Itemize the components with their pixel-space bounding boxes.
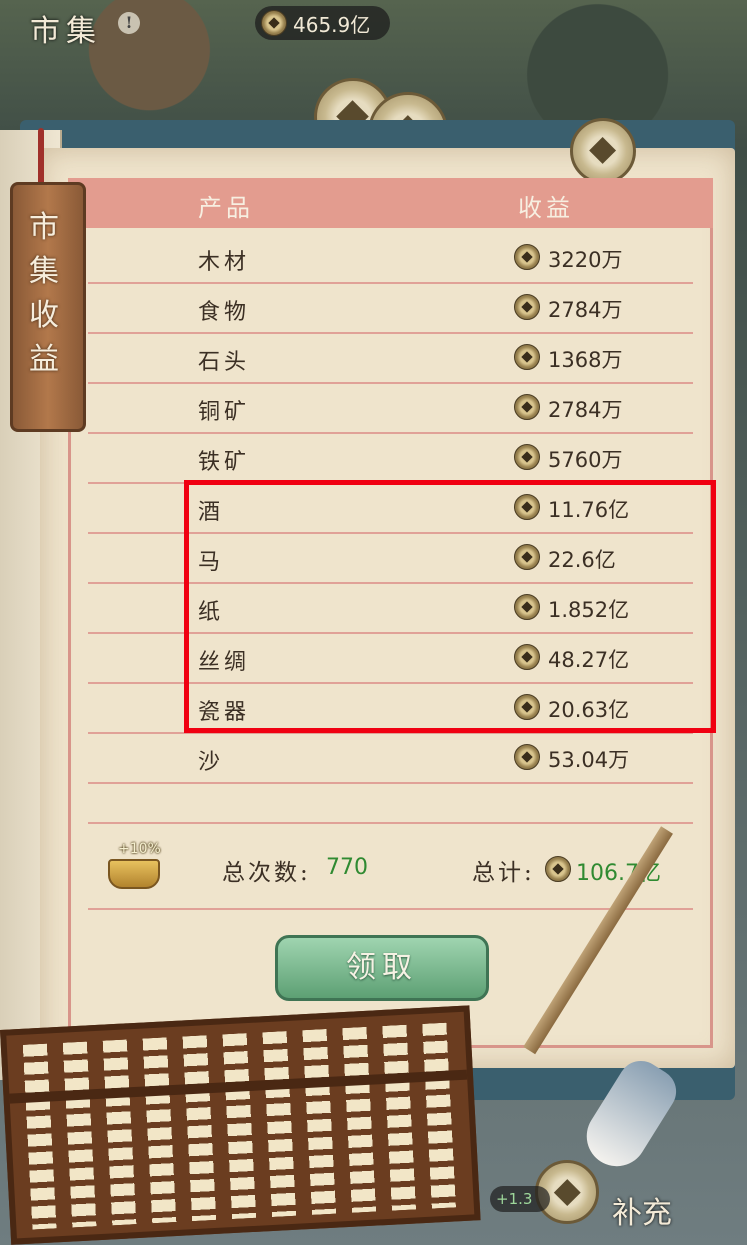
coin-icon xyxy=(514,444,540,470)
product-name: 石头 xyxy=(198,350,251,375)
coin-icon xyxy=(545,856,571,882)
coin-icon xyxy=(514,244,540,270)
product-name: 木材 xyxy=(198,250,251,275)
info-icon[interactable]: ! xyxy=(118,12,140,34)
product-name: 铜矿 xyxy=(198,400,251,425)
table-header xyxy=(68,178,713,228)
coin-icon xyxy=(261,10,287,36)
highlight-box xyxy=(184,480,716,733)
table-row: 木材 3220万 xyxy=(88,232,693,284)
total-count-value: 770 xyxy=(326,855,368,880)
claim-button[interactable]: 领取 xyxy=(275,935,489,1001)
gold-balance: 465.9亿 xyxy=(255,6,390,40)
top-bar: 市集 ! 465.9亿 xyxy=(0,0,747,50)
replenish-button[interactable]: 补充 xyxy=(612,1188,672,1232)
total-count-label: 总次数: xyxy=(222,860,311,886)
gold-balance-value: 465.9亿 xyxy=(293,12,371,37)
bookmark-title: 市集收益 xyxy=(29,210,59,377)
bonus-pot-icon: +10% xyxy=(104,841,164,889)
product-income: 2784万 xyxy=(548,398,623,422)
product-income: 1368万 xyxy=(548,348,623,372)
market-title: 市集 xyxy=(30,14,102,49)
coin-icon xyxy=(514,744,540,770)
product-name: 食物 xyxy=(198,300,251,325)
header-income: 收益 xyxy=(518,194,574,222)
divider xyxy=(88,908,693,910)
treasure-pot-icon xyxy=(108,859,160,889)
product-income: 53.04万 xyxy=(548,748,630,772)
table-row: 食物 2784万 xyxy=(88,282,693,334)
bonus-percent: +10% xyxy=(118,841,161,857)
coin-icon xyxy=(514,394,540,420)
total-sum-label: 总计: xyxy=(472,860,535,886)
abacus-beads xyxy=(14,1022,466,1230)
coin-icon xyxy=(514,344,540,370)
product-name: 沙 xyxy=(198,750,225,775)
header-product: 产品 xyxy=(198,194,254,222)
table-row: 石头 1368万 xyxy=(88,332,693,384)
table-row: 铁矿 5760万 xyxy=(88,432,693,484)
table-row: 沙 53.04万 xyxy=(88,732,693,784)
product-income: 3220万 xyxy=(548,248,623,272)
product-income: 5760万 xyxy=(548,448,623,472)
decor-coin-icon xyxy=(570,118,636,184)
abacus-decoration xyxy=(0,1005,481,1245)
product-name: 铁矿 xyxy=(198,450,251,475)
coin-icon xyxy=(514,294,540,320)
bottom-income-pill: +1.3 xyxy=(490,1186,550,1212)
table-row: 铜矿 2784万 xyxy=(88,382,693,434)
bookmark-string xyxy=(38,128,44,188)
divider xyxy=(88,822,693,824)
product-income: 2784万 xyxy=(548,298,623,322)
